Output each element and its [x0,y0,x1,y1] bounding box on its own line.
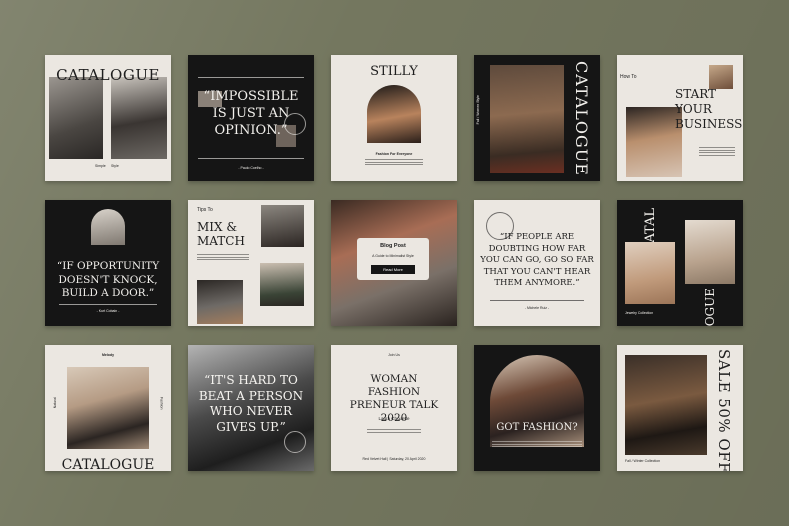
post-card-catalogue-vertical[interactable]: CATALOGUE Fall / Women Style [474,55,600,181]
post-card-catalogue-melody[interactable]: Melody Natural Fashion CATALOGUE [45,345,171,471]
photo-shoes-bag [197,280,243,324]
quote-author: - Michele Ruiz - [524,306,550,310]
photo-arch-portrait [91,209,125,245]
post-card-catalogue-1[interactable]: CATALOGUE Simple Style [45,55,171,181]
catalogue-title: CATALOGUE [61,457,155,471]
blog-badge-title: Blog Post [380,243,406,249]
stamp-circle [284,113,306,135]
collection-caption: Fall / Winter Collection [625,459,661,463]
post-card-quote-hard-to-beat[interactable]: “IT'S HARD TO BEAT A PERSON WHO NEVER GI… [188,345,314,471]
photo-couple-night [625,355,707,455]
body-text-lines [492,441,582,449]
quote-text: “IT'S HARD TO BEAT A PERSON WHO NEVER GI… [198,373,304,434]
post-card-catalogue-jewelry[interactable]: CATAL OGUE Jewelry Collection [617,200,743,326]
quote-text: “IF OPPORTUNITY DOESN'T KNOCK, BUILD A D… [56,260,160,299]
post-card-start-business[interactable]: How To START YOUR BUSINESS [617,55,743,181]
stilly-title: STILLY [370,64,418,79]
post-card-sale[interactable]: SALE 50% OFF Fall / Winter Collection [617,345,743,471]
tag-style: Style [111,164,119,168]
melody-kicker: Melody [101,353,115,357]
photo-woman-black-top [111,77,167,159]
photo-handbag [260,263,304,306]
stilly-subtitle: Fashion For Everyone [375,152,413,156]
quote-author: - Paulo Coelho - [238,166,264,170]
post-card-quote-impossible[interactable]: “IMPOSSIBLE IS JUST AN OPINION.” - Paulo… [188,55,314,181]
photo-accessory-small [709,65,733,89]
photo-woman-beret [626,107,682,177]
photo-woman-sunglasses-arch [367,85,421,143]
post-card-quote-doubting[interactable]: “IF PEOPLE ARE DOUBTING HOW FAR YOU CAN … [474,200,600,326]
blog-badge-subtitle: A Guide to Minimalist Style [372,254,414,258]
post-card-got-fashion[interactable]: GOT FASHION? [474,345,600,471]
photo-woman-seated [67,367,149,449]
mix-match-title: MIX & MATCH [197,220,245,248]
catalogue-title-bottom: OGUE [703,288,717,326]
speaker-name: Laura Chouette [378,416,410,421]
post-card-event-talk[interactable]: Join Us WOMAN FASHION PRENEUR TALK 2020 … [331,345,457,471]
start-business-title: START YOUR BUSINESS [675,87,743,131]
side-note: Fall / Women Style [476,95,480,125]
body-text-lines [367,429,421,434]
join-us-kicker: Join Us [388,353,400,357]
post-card-quote-opportunity[interactable]: “IF OPPORTUNITY DOESN'T KNOCK, BUILD A D… [45,200,171,326]
tag-simple: Simple [95,164,106,168]
photo-watch-hand [685,220,735,284]
read-more-button[interactable]: Read More [371,265,415,274]
post-card-stilly[interactable]: STILLY Fashion For Everyone [331,55,457,181]
side-label-right: Fashion [159,397,164,410]
stamp-circle [284,431,306,453]
body-text-lines [699,147,735,157]
post-card-blog[interactable]: Blog Post A Guide to Minimalist Style Re… [331,200,457,326]
bottom-rule [490,300,584,301]
jewelry-caption: Jewelry Collection [625,311,654,315]
photo-woman-plaid-coat [49,77,103,159]
got-fashion-title: GOT FASHION? [496,422,578,433]
side-label-left: Natural [53,397,57,409]
photo-ring-hands [625,242,675,304]
sale-vertical-title: SALE 50% OFF [715,349,733,471]
body-text-lines [365,159,423,167]
post-card-mix-match[interactable]: Tips To MIX & MATCH [188,200,314,326]
photo-woman-hair-flip [490,355,584,447]
photo-woman-trench-coat [490,65,564,173]
body-text-lines [197,254,249,262]
blog-badge: Blog Post A Guide to Minimalist Style Re… [357,238,429,280]
catalogue-vertical-title: CATALOGUE [572,61,591,176]
top-rule [198,77,304,78]
tips-kicker: Tips To [197,207,213,213]
event-footer: Red Velvet Hall | Saturday, 20 April 202… [362,457,426,461]
bottom-rule [59,304,157,305]
photo-woman-dark-hair [261,205,304,247]
bottom-rule [198,158,304,159]
quote-author: - Kurt Cobain - [96,309,120,313]
catalogue-title: CATALOGUE [56,66,160,84]
quote-text: “IF PEOPLE ARE DOUBTING HOW FAR YOU CAN … [480,232,594,288]
how-to-kicker: How To [620,74,637,80]
